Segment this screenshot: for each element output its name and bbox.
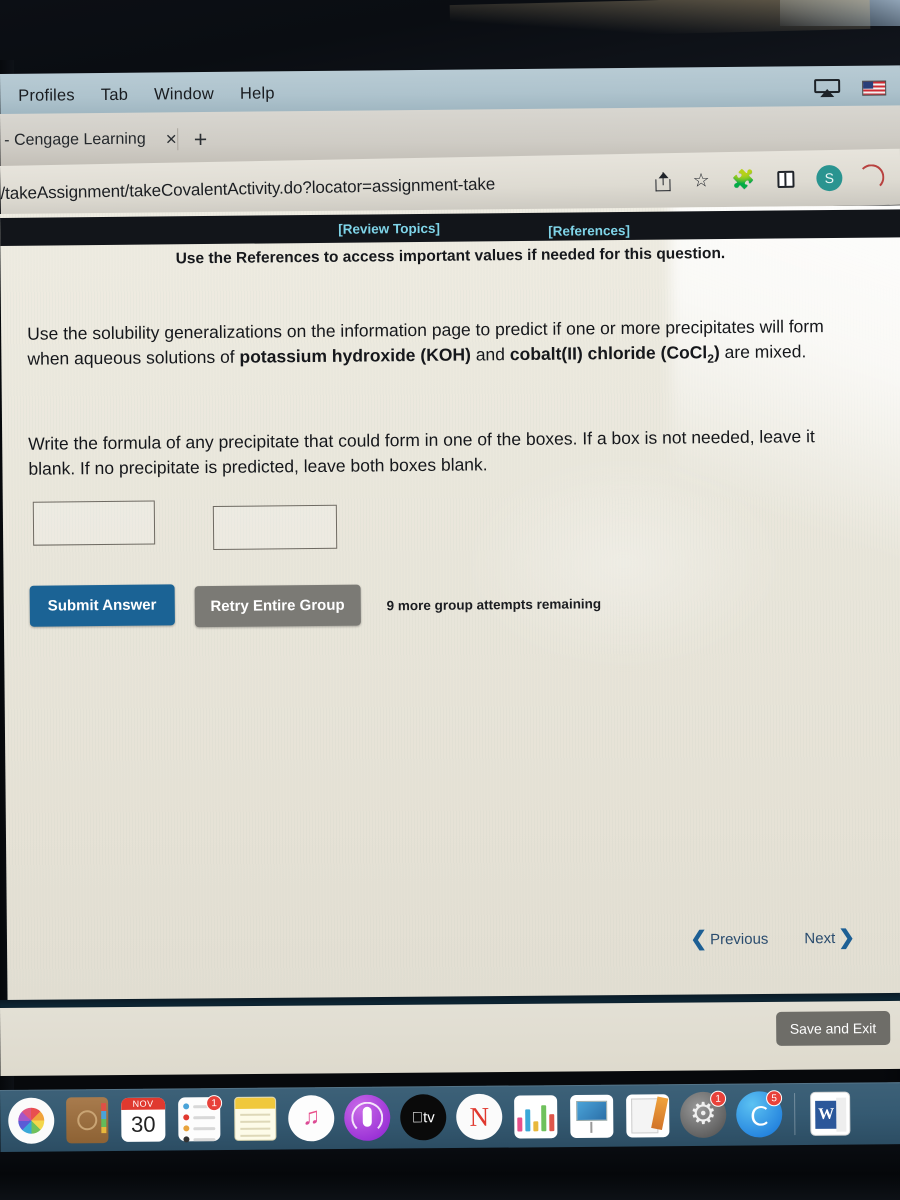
url-address-text[interactable]: /takeAssignment/takeCovalentActivity.do?… — [0, 175, 495, 204]
profile-avatar-s[interactable]: S — [816, 164, 843, 192]
menu-item-window[interactable]: Window — [154, 84, 214, 104]
dock-item-apple-tv[interactable]: tv — [398, 1092, 448, 1142]
apple-tv-icon: tv — [400, 1094, 447, 1141]
submit-answer-button[interactable]: Submit Answer — [29, 584, 175, 627]
macos-dock: NOV 30 1 tv N — [0, 1082, 900, 1152]
answer-input-1[interactable] — [32, 500, 156, 546]
calendar-day: 30 — [130, 1111, 156, 1137]
review-topics-link[interactable]: [Review Topics] — [338, 220, 440, 236]
answer-box-group — [32, 499, 338, 552]
dock-item-numbers[interactable] — [510, 1091, 560, 1141]
menu-item-profiles[interactable]: Profiles — [18, 86, 75, 106]
photos-icon — [8, 1097, 55, 1144]
extensions-puzzle-icon[interactable]: 🧩 — [732, 169, 756, 190]
secondary-avatar-partial[interactable] — [858, 164, 885, 191]
dock-item-reminders[interactable]: 1 — [174, 1094, 224, 1144]
airplay-icon[interactable] — [814, 78, 841, 98]
dock-item-podcasts[interactable] — [342, 1093, 392, 1143]
compound-2-formula: (CoCl2) — [660, 342, 720, 366]
save-and-exit-button[interactable]: Save and Exit — [775, 1011, 891, 1046]
dock-item-app-store[interactable]: Ｃ 5 — [734, 1089, 784, 1139]
menu-item-help[interactable]: Help — [240, 84, 275, 103]
word-icon: W — [810, 1091, 851, 1136]
action-button-row: Submit Answer Retry Entire Group 9 more … — [29, 578, 602, 628]
dock-divider — [794, 1093, 796, 1136]
dock-item-microsoft-word[interactable]: W — [805, 1089, 855, 1139]
close-icon[interactable]: × — [166, 129, 177, 150]
tab-title: - Cengage Learning — [4, 130, 146, 149]
screen-glare-secondary — [462, 456, 785, 670]
question-paragraph-2: Write the formula of any precipitate tha… — [28, 426, 815, 479]
dock-item-notes[interactable] — [230, 1094, 280, 1144]
page-navigation: ❮ Previous Next ❯ — [690, 926, 856, 951]
music-icon — [288, 1095, 335, 1142]
dock-item-photos[interactable] — [6, 1096, 56, 1146]
chevron-right-icon: ❯ — [838, 926, 856, 949]
question-p1-suffix: are mixed. — [719, 341, 807, 363]
app-store-badge: 5 — [766, 1090, 783, 1107]
compound-1-name: potassium hydroxide — [239, 345, 416, 367]
reminders-badge: 1 — [206, 1095, 223, 1112]
question-conjunction: and — [470, 344, 510, 365]
dock-item-system-preferences[interactable]: 1 — [678, 1090, 728, 1140]
share-icon[interactable] — [655, 171, 671, 191]
reference-note: Use the References to access important v… — [175, 245, 726, 268]
answer-input-2[interactable] — [212, 504, 338, 550]
us-flag-input-icon[interactable] — [862, 79, 887, 96]
retry-entire-group-button[interactable]: Retry Entire Group — [194, 584, 361, 628]
contacts-icon — [66, 1097, 109, 1144]
save-exit-strip: Save and Exit — [0, 1000, 900, 1076]
page-top-link-bar: [Review Topics] [References] — [0, 209, 900, 246]
compound-1-formula: (KOH) — [420, 344, 471, 365]
dock-item-pages[interactable] — [622, 1090, 672, 1140]
dock-item-music[interactable] — [286, 1093, 336, 1143]
previous-label: Previous — [709, 930, 769, 948]
laptop-photo-frame: Profiles Tab Window Help - Cengage Learn… — [0, 0, 900, 1200]
menu-item-tab[interactable]: Tab — [101, 85, 128, 104]
web-page-content: [Review Topics] [References] Use the Ref… — [0, 205, 900, 1014]
attempts-remaining-text: 9 more group attempts remaining — [386, 596, 602, 614]
screen-glare-reflection — [669, 205, 900, 638]
compound-2-name: cobalt(II) chloride — [509, 342, 656, 365]
dock-item-news[interactable]: N — [454, 1092, 504, 1142]
references-link[interactable]: [References] — [548, 223, 630, 239]
notes-icon — [234, 1096, 277, 1141]
calendar-month: NOV — [121, 1097, 166, 1110]
tab-divider — [176, 128, 178, 151]
word-letter: W — [815, 1100, 838, 1129]
dock-item-keynote[interactable] — [566, 1091, 616, 1141]
system-preferences-badge: 1 — [710, 1090, 727, 1107]
bookmark-star-icon[interactable]: ☆ — [692, 170, 709, 191]
dock-item-calendar[interactable]: NOV 30 — [118, 1095, 168, 1145]
dock-item-contacts[interactable] — [62, 1095, 112, 1145]
pages-icon — [625, 1093, 669, 1138]
new-tab-plus-icon[interactable]: + — [194, 126, 208, 152]
browser-tab[interactable]: - Cengage Learning × — [0, 129, 177, 151]
news-icon: N — [456, 1093, 503, 1141]
previous-button[interactable]: ❮ Previous — [690, 928, 769, 951]
sidebar-toggle-icon[interactable] — [777, 170, 795, 188]
chevron-left-icon: ❮ — [690, 928, 708, 951]
podcasts-icon — [344, 1094, 391, 1141]
next-button[interactable]: Next ❯ — [804, 926, 856, 949]
keynote-icon — [569, 1094, 613, 1138]
calendar-icon: NOV 30 — [121, 1097, 166, 1142]
question-paragraph-1: Use the solubility generalizations on th… — [27, 314, 828, 378]
numbers-icon — [513, 1094, 557, 1139]
next-label: Next — [804, 929, 836, 947]
